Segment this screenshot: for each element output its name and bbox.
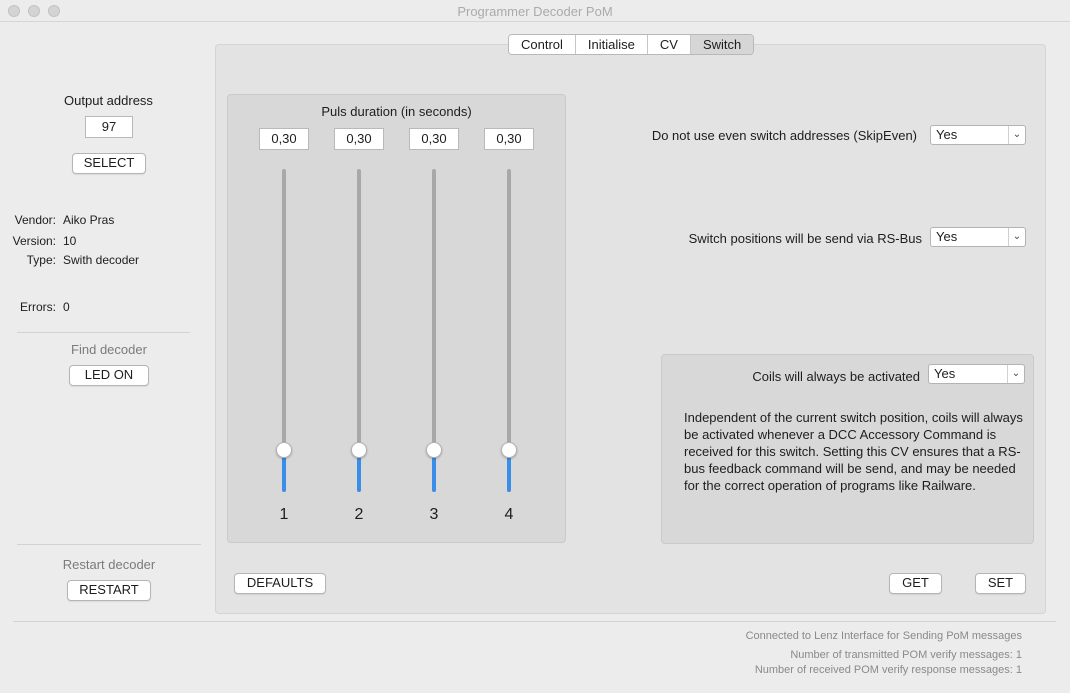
select-button[interactable]: SELECT bbox=[72, 153, 146, 174]
chevron-down-icon: ⌄ bbox=[1008, 126, 1025, 144]
connection-status: Connected to Lenz Interface for Sending … bbox=[745, 630, 1022, 642]
transmitted-count: Number of transmitted POM verify message… bbox=[790, 649, 1022, 661]
slider-knob[interactable] bbox=[351, 442, 367, 458]
set-button[interactable]: SET bbox=[975, 573, 1026, 594]
left-divider-2 bbox=[17, 544, 201, 545]
coils-value: Yes bbox=[934, 366, 956, 381]
rs-bus-select[interactable]: Yes ⌄ bbox=[930, 227, 1026, 247]
type-value: Swith decoder bbox=[63, 253, 140, 267]
vendor-value: Aiko Pras bbox=[63, 213, 115, 227]
slider-knob[interactable] bbox=[276, 442, 292, 458]
slider-label-2: 2 bbox=[354, 506, 364, 523]
coils-label: Coils will always be activated bbox=[752, 369, 920, 384]
vendor-key: Vendor: bbox=[14, 213, 56, 227]
received-count: Number of received POM verify response m… bbox=[754, 664, 1022, 676]
slider-knob[interactable] bbox=[426, 442, 442, 458]
version-value: 10 bbox=[63, 234, 77, 248]
puls-duration-field-4[interactable]: 0,30 bbox=[484, 128, 534, 150]
puls-duration-title: Puls duration (in seconds) bbox=[321, 104, 472, 119]
errors-key: Errors: bbox=[20, 300, 56, 314]
output-address-input[interactable]: 97 bbox=[85, 116, 133, 138]
chevron-down-icon: ⌄ bbox=[1008, 228, 1025, 246]
type-key: Type: bbox=[26, 253, 56, 267]
window: Programmer Decoder PoM Output address 97… bbox=[0, 0, 1070, 693]
restart-button[interactable]: RESTART bbox=[67, 580, 151, 601]
coils-select[interactable]: Yes ⌄ bbox=[928, 364, 1025, 384]
coils-description: Independent of the current switch positi… bbox=[684, 410, 1023, 493]
version-key: Version: bbox=[12, 234, 56, 248]
status-divider bbox=[13, 621, 1056, 622]
slider-label-3: 3 bbox=[429, 506, 439, 523]
tab-bar: Control Initialise CV Switch bbox=[508, 34, 755, 55]
slider-label-1: 1 bbox=[279, 506, 289, 523]
rs-bus-label: Switch positions will be send via RS-Bus bbox=[688, 231, 922, 246]
slider-knob[interactable] bbox=[501, 442, 517, 458]
led-on-button[interactable]: LED ON bbox=[69, 365, 149, 386]
find-decoder-label: Find decoder bbox=[71, 342, 147, 357]
tab-initialise[interactable]: Initialise bbox=[575, 35, 648, 54]
tab-cv[interactable]: CV bbox=[647, 35, 691, 54]
restart-decoder-label: Restart decoder bbox=[62, 557, 156, 572]
skip-even-select[interactable]: Yes ⌄ bbox=[930, 125, 1026, 145]
left-divider-1 bbox=[17, 332, 190, 333]
rs-bus-value: Yes bbox=[936, 229, 958, 244]
output-address-label: Output address bbox=[64, 93, 153, 108]
slider-label-4: 4 bbox=[504, 506, 514, 523]
get-button[interactable]: GET bbox=[889, 573, 942, 594]
tab-control[interactable]: Control bbox=[509, 35, 576, 54]
window-title: Programmer Decoder PoM bbox=[457, 4, 613, 19]
puls-duration-group bbox=[227, 94, 566, 543]
puls-duration-field-2[interactable]: 0,30 bbox=[334, 128, 384, 150]
title-bar: Programmer Decoder PoM bbox=[0, 0, 1070, 22]
defaults-button[interactable]: DEFAULTS bbox=[234, 573, 326, 594]
errors-value: 0 bbox=[63, 300, 70, 314]
puls-duration-field-1[interactable]: 0,30 bbox=[259, 128, 309, 150]
skip-even-label: Do not use even switch addresses (SkipEv… bbox=[651, 128, 917, 143]
puls-duration-field-3[interactable]: 0,30 bbox=[409, 128, 459, 150]
tab-switch[interactable]: Switch bbox=[690, 35, 754, 54]
chevron-down-icon: ⌄ bbox=[1007, 365, 1024, 383]
skip-even-value: Yes bbox=[936, 127, 958, 142]
